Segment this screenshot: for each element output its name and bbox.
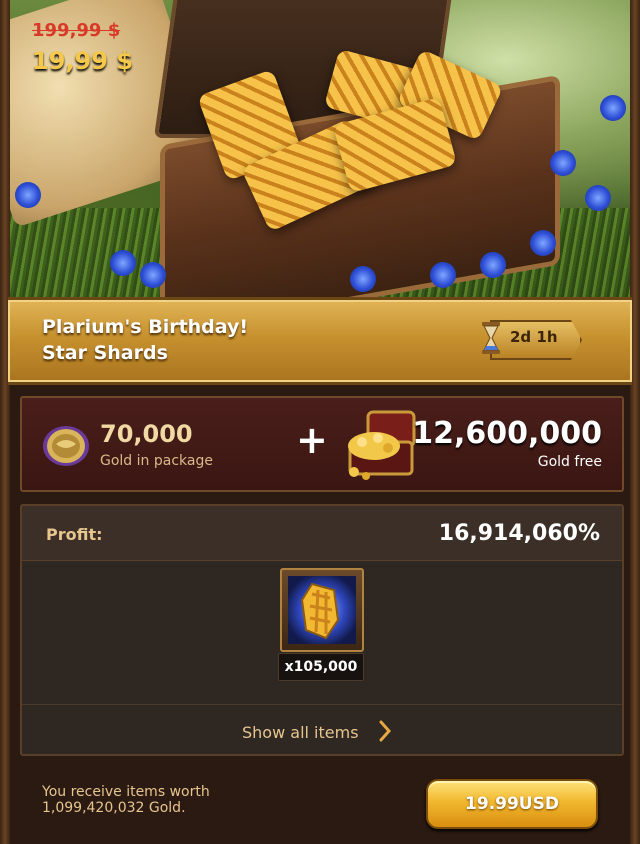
plus-sign: + [296,418,328,462]
profit-row: Profit: 16,914,060% [22,506,622,561]
item-slot[interactable] [280,568,364,652]
gold-coin-icon [43,426,89,466]
offer-title-line1: Plarium's Birthday! [42,316,249,338]
chevron-right-icon [379,720,392,742]
timer-text: 2d 1h [510,328,558,346]
buy-button[interactable]: 19.99USD [426,779,598,829]
items-worth-line2: 1,099,420,032 Gold. [42,800,186,816]
show-all-items-button[interactable]: Show all items [22,704,622,755]
flower-decoration [140,262,166,288]
items-worth-text: You receive items worth 1,099,420,032 Go… [42,784,362,816]
show-all-items-label: Show all items [242,723,359,742]
flower-decoration [110,250,136,276]
offer-title-banner: Plarium's Birthday! Star Shards 2d 1h [8,297,632,385]
item-quantity: x105,000 [278,653,364,681]
frame-border-left [0,0,10,844]
offer-title: Plarium's Birthday! Star Shards [42,314,402,366]
profit-value: 16,914,060% [438,521,600,546]
items-panel: Profit: 16,914,060% x105,000 Show all it… [20,504,624,756]
old-price: 199,99 $ [32,20,121,41]
flower-decoration [350,266,376,292]
buy-button-label: 19.99USD [465,794,559,814]
offer-title-line2: Star Shards [42,342,168,364]
offer-timer: 2d 1h [480,320,588,360]
flower-decoration [600,95,626,121]
gold-free-caption: Gold free [537,454,602,470]
items-worth-line1: You receive items worth [42,784,210,800]
gold-package-amount: 70,000 [100,420,193,448]
star-shard-icon [288,576,356,644]
frame-border-right [630,0,640,844]
flower-decoration [15,182,41,208]
offer-window: 199,99 $ 19,99 $ Plarium's Birthday! Sta… [0,0,640,844]
gold-free-amount: 12,600,000 [412,416,602,451]
offer-hero-image: 199,99 $ 19,99 $ [10,0,630,298]
treasure-chest-icon [348,410,416,480]
gold-summary-panel: 70,000 Gold in package + 12,600,000 Gold… [20,396,624,492]
flower-decoration [585,185,611,211]
flower-decoration [530,230,556,256]
new-price: 19,99 $ [32,47,133,75]
gold-package-caption: Gold in package [100,453,213,469]
flower-decoration [480,252,506,278]
hourglass-icon [482,322,500,354]
flower-decoration [550,150,576,176]
profit-label: Profit: [46,525,103,544]
flower-decoration [430,262,456,288]
